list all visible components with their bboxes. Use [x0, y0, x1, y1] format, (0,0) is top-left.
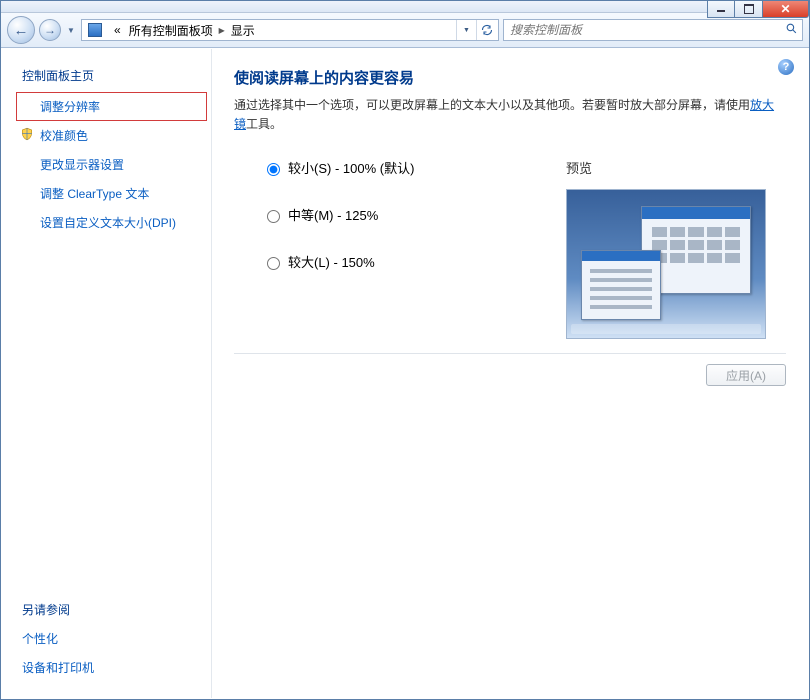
breadcrumb-level1[interactable]: 所有控制面板项 — [125, 20, 217, 40]
preview-image — [566, 189, 766, 339]
refresh-button[interactable] — [476, 20, 496, 40]
close-button[interactable]: ✕ — [763, 0, 809, 18]
sidebar-item-calibrate-color[interactable]: 校准颜色 — [22, 127, 201, 144]
sidebar-item-resolution[interactable]: 调整分辨率 — [22, 98, 201, 115]
address-bar[interactable]: « 所有控制面板项 显示 — [81, 19, 499, 41]
preview-label: 预览 — [566, 158, 786, 177]
nav-history-dropdown[interactable] — [65, 20, 77, 40]
search-icon[interactable] — [785, 22, 798, 38]
main-panel: 使阅读屏幕上的内容更容易 通过选择其中一个选项，可以更改屏幕上的文本大小以及其他… — [212, 49, 808, 698]
breadcrumb-separator-icon[interactable] — [217, 25, 227, 35]
sidebar-item-label: 调整分辨率 — [40, 100, 100, 114]
window-controls: ✕ — [707, 0, 809, 18]
scale-option-label: 较小(S) - 100% (默认) — [288, 158, 414, 177]
sidebar-item-label: 设置自定义文本大小(DPI) — [40, 216, 176, 230]
content-area: 控制面板主页 调整分辨率 校准颜色 更改显示器设置 调整 ClearType 文… — [2, 49, 808, 698]
window-frame: ✕ « 所有控制面板项 显示 — [0, 0, 810, 700]
search-bar[interactable] — [503, 19, 803, 41]
help-icon[interactable] — [778, 59, 794, 75]
divider — [234, 353, 786, 354]
scale-options: 较小(S) - 100% (默认) 中等(M) - 125% 较大(L) - 1… — [234, 158, 566, 339]
scale-option-label: 较大(L) - 150% — [288, 252, 375, 271]
see-also-label: 个性化 — [22, 632, 58, 646]
scale-radio-small[interactable] — [267, 163, 280, 176]
maximize-button[interactable] — [735, 0, 763, 18]
breadcrumb-root[interactable]: « — [110, 20, 125, 40]
page-description: 通过选择其中一个选项，可以更改屏幕上的文本大小以及其他项。若要暂时放大部分屏幕，… — [234, 96, 786, 134]
sidebar: 控制面板主页 调整分辨率 校准颜色 更改显示器设置 调整 ClearType 文… — [2, 49, 212, 698]
toolbar: « 所有控制面板项 显示 — [1, 13, 809, 48]
preview-column: 预览 — [566, 158, 786, 339]
scale-option-large[interactable]: 较大(L) - 150% — [262, 252, 566, 271]
scale-radio-medium[interactable] — [267, 210, 280, 223]
see-also-label: 设备和打印机 — [22, 661, 94, 675]
sidebar-item-label: 更改显示器设置 — [40, 158, 124, 172]
see-also-header: 另请参阅 — [22, 601, 201, 618]
breadcrumb-level2[interactable]: 显示 — [227, 20, 259, 40]
scale-option-medium[interactable]: 中等(M) - 125% — [262, 205, 566, 224]
scale-option-small[interactable]: 较小(S) - 100% (默认) — [262, 158, 566, 177]
minimize-button[interactable] — [707, 0, 735, 18]
see-also-personalization[interactable]: 个性化 — [22, 630, 201, 647]
sidebar-item-display-settings[interactable]: 更改显示器设置 — [22, 156, 201, 173]
sidebar-item-label: 校准颜色 — [40, 129, 88, 143]
sidebar-item-label: 调整 ClearType 文本 — [40, 187, 149, 201]
shield-icon — [20, 127, 34, 141]
preview-taskbar — [571, 324, 761, 334]
nav-back-button[interactable] — [7, 16, 35, 44]
sidebar-item-custom-dpi[interactable]: 设置自定义文本大小(DPI) — [22, 214, 201, 231]
see-also-devices-printers[interactable]: 设备和打印机 — [22, 659, 201, 676]
address-dropdown-button[interactable] — [456, 20, 476, 40]
sidebar-home-link[interactable]: 控制面板主页 — [22, 67, 201, 84]
search-input[interactable] — [508, 22, 781, 38]
address-icon — [84, 20, 110, 40]
sidebar-item-cleartype[interactable]: 调整 ClearType 文本 — [22, 185, 201, 202]
preview-window-text — [581, 250, 661, 320]
apply-button[interactable]: 应用(A) — [706, 364, 786, 386]
scale-option-label: 中等(M) - 125% — [288, 205, 378, 224]
page-title: 使阅读屏幕上的内容更容易 — [234, 67, 786, 88]
nav-forward-button[interactable] — [39, 19, 61, 41]
scale-radio-large[interactable] — [267, 257, 280, 270]
titlebar: ✕ — [1, 1, 809, 13]
